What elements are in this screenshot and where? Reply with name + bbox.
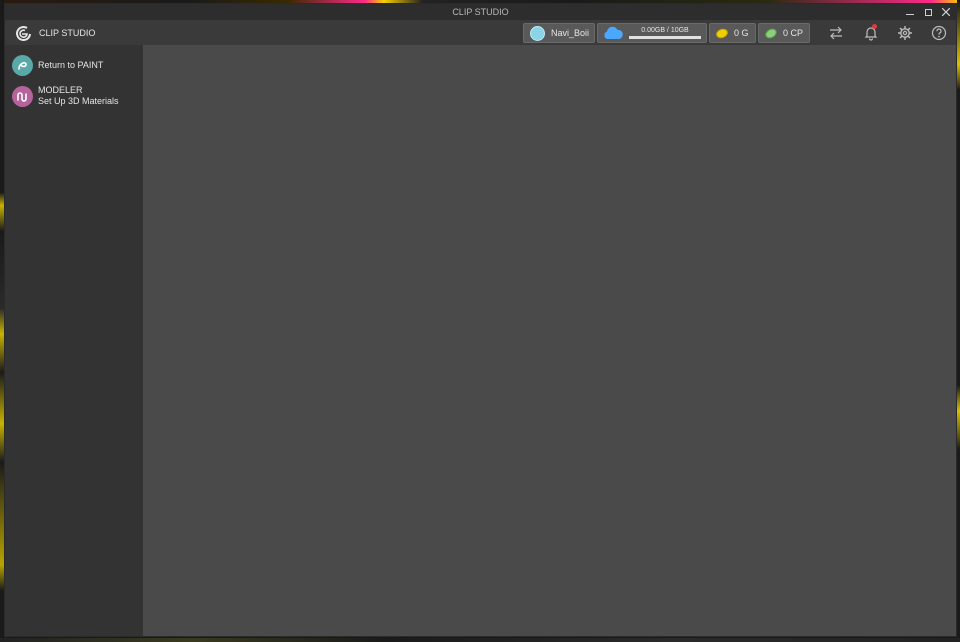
sync-button[interactable] <box>827 24 845 42</box>
window-title: CLIP STUDIO <box>452 7 509 17</box>
cp-coin-icon <box>763 26 779 40</box>
app-window: CLIP STUDIO CLIP STUDIO Navi_Boii 0.00GB… <box>4 3 957 637</box>
sidebar-item-sublabel: Set Up 3D Materials <box>38 96 119 106</box>
sync-icon <box>830 26 842 40</box>
clip-studio-logo-icon <box>16 25 31 41</box>
cloud-icon <box>602 26 624 40</box>
sidebar-item-label: Return to PAINT <box>38 60 104 70</box>
gold-coin-icon <box>714 26 730 40</box>
brand-label: CLIP STUDIO <box>39 27 96 38</box>
close-icon <box>942 8 950 16</box>
title-bar[interactable]: CLIP STUDIO <box>5 4 956 20</box>
modeler-icon <box>12 85 33 107</box>
help-button[interactable] <box>930 24 948 42</box>
notification-badge <box>872 24 877 29</box>
brand[interactable]: CLIP STUDIO <box>13 20 95 45</box>
sidebar-item-modeler[interactable]: MODELER Set Up 3D Materials <box>12 85 119 107</box>
sidebar-item-text: MODELER Set Up 3D Materials <box>38 85 119 107</box>
cp-balance-button[interactable]: 0 CP <box>758 23 810 43</box>
sidebar: Return to PAINT MODELER Set Up 3D Materi… <box>5 45 143 636</box>
help-icon <box>931 25 947 41</box>
notifications-button[interactable] <box>862 24 880 42</box>
maximize-button[interactable] <box>922 5 934 19</box>
minimize-button[interactable] <box>904 5 916 19</box>
username: Navi_Boii <box>551 28 590 38</box>
sidebar-item-label: MODELER <box>38 85 83 95</box>
minimize-icon <box>906 14 914 15</box>
user-account-button[interactable]: Navi_Boii <box>523 23 595 43</box>
desktop-background-bottom <box>0 638 960 642</box>
main-content-area <box>143 45 956 636</box>
paint-pen-icon <box>12 55 33 76</box>
sidebar-item-return-to-paint[interactable]: Return to PAINT <box>12 55 103 76</box>
storage-progress-bar <box>629 36 701 39</box>
window-controls <box>904 4 952 20</box>
gold-balance-button[interactable]: 0 G <box>709 23 756 43</box>
settings-button[interactable] <box>896 24 914 42</box>
gear-icon <box>898 26 912 40</box>
app-header: CLIP STUDIO Navi_Boii 0.00GB / 10GB 0 G … <box>5 20 956 45</box>
close-button[interactable] <box>940 5 952 19</box>
avatar <box>530 25 545 41</box>
maximize-icon <box>924 8 932 16</box>
storage-label: 0.00GB / 10GB <box>641 27 689 34</box>
cp-label: 0 CP <box>783 28 804 38</box>
cloud-storage-button[interactable]: 0.00GB / 10GB <box>597 23 707 43</box>
storage-usage: 0.00GB / 10GB <box>628 27 702 39</box>
gold-label: 0 G <box>734 28 749 38</box>
